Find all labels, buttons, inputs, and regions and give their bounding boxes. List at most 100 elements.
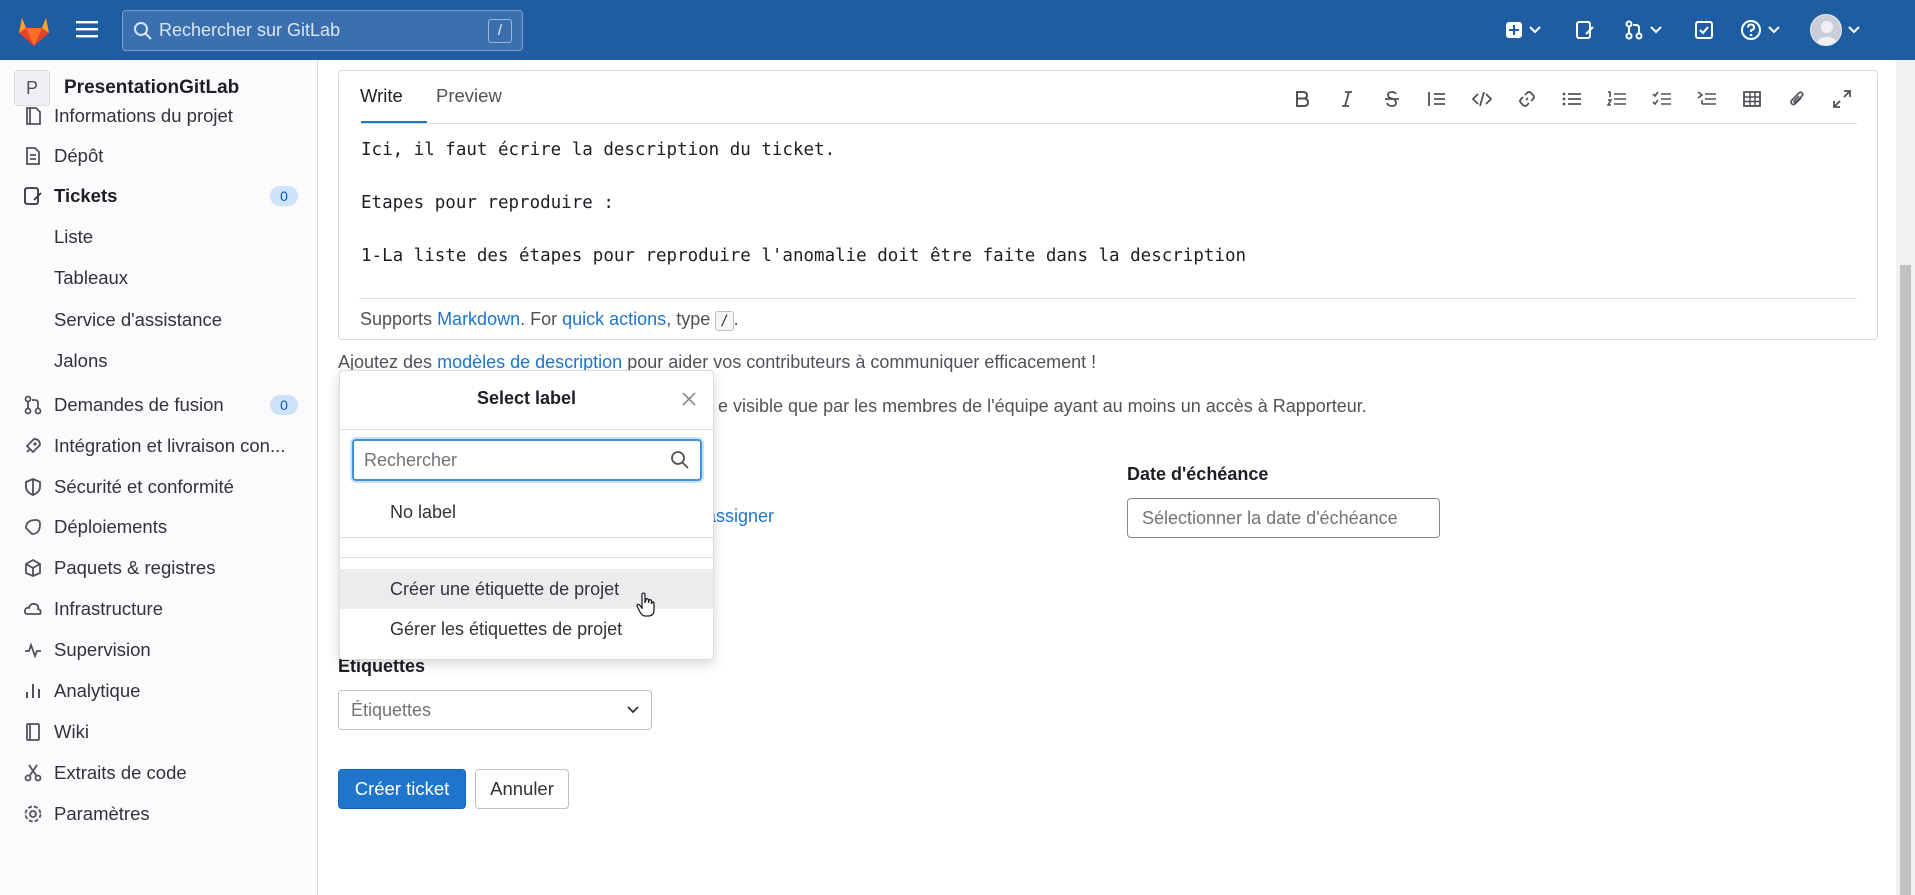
description-line bbox=[361, 217, 1246, 244]
sidebar-item-security[interactable]: Sécurité et conformité bbox=[22, 470, 298, 504]
labels-select[interactable]: Étiquettes bbox=[338, 690, 652, 730]
italic-icon[interactable] bbox=[1324, 85, 1369, 113]
sidebar-item-repository[interactable]: Dépôt bbox=[22, 139, 298, 173]
user-menu-chevron[interactable] bbox=[1848, 16, 1860, 44]
close-icon[interactable] bbox=[681, 391, 697, 407]
code-icon[interactable] bbox=[1459, 85, 1504, 113]
issues-icon bbox=[22, 185, 44, 207]
merge-requests-dropdown[interactable] bbox=[1624, 16, 1662, 44]
manage-project-labels-option[interactable]: Gérer les étiquettes de projet bbox=[340, 609, 713, 649]
description-line: Ici, il faut écrire la description du ti… bbox=[361, 140, 836, 160]
sidebar-item-label: Sécurité et conformité bbox=[54, 476, 234, 497]
merge-requests-count-badge: 0 bbox=[270, 395, 298, 415]
search-icon bbox=[134, 22, 152, 40]
create-ticket-button[interactable]: Créer ticket bbox=[338, 769, 466, 809]
search-placeholder: Rechercher bbox=[364, 449, 458, 470]
collapsible-section-icon[interactable] bbox=[1684, 85, 1729, 113]
sidebar-subitem-service-assistance[interactable]: Service d'assistance bbox=[54, 303, 222, 337]
sidebar-item-label: Paramètres bbox=[54, 803, 150, 824]
chevron-down-icon bbox=[1650, 26, 1662, 34]
tab-preview[interactable]: Preview bbox=[436, 85, 502, 107]
help-dropdown[interactable] bbox=[1740, 16, 1780, 44]
todos-shortcut[interactable] bbox=[1694, 16, 1714, 44]
fullscreen-icon[interactable] bbox=[1819, 85, 1864, 113]
description-textarea[interactable]: Ici, il faut écrire la description du ti… bbox=[361, 137, 1246, 270]
sidebar-item-infrastructure[interactable]: Infrastructure bbox=[22, 592, 298, 626]
bold-icon[interactable] bbox=[1279, 85, 1324, 113]
sidebar-item-packages[interactable]: Paquets & registres bbox=[22, 551, 298, 585]
markdown-link[interactable]: Markdown bbox=[437, 309, 520, 329]
search-placeholder: Rechercher sur GitLab bbox=[159, 20, 341, 40]
divider bbox=[359, 123, 1857, 124]
link-icon[interactable] bbox=[1504, 85, 1549, 113]
strikethrough-icon[interactable] bbox=[1369, 85, 1414, 113]
sidebar-item-tickets[interactable]: Tickets 0 bbox=[22, 179, 298, 213]
hint-text: Ajoutez des bbox=[338, 352, 433, 372]
new-item-dropdown[interactable] bbox=[1505, 16, 1541, 44]
page-scrollbar-thumb[interactable] bbox=[1900, 265, 1911, 895]
menu-hamburger-icon[interactable] bbox=[76, 18, 100, 40]
description-templates-link[interactable]: modèles de description bbox=[437, 352, 622, 372]
description-line: 1-La liste des étapes pour reproduire l'… bbox=[361, 246, 1247, 266]
sidebar-item-label: Tickets bbox=[54, 185, 118, 206]
tab-write[interactable]: Write bbox=[360, 85, 403, 107]
settings-icon bbox=[22, 803, 44, 825]
sidebar-item-merge-requests[interactable]: Demandes de fusion 0 bbox=[22, 388, 298, 422]
sidebar-item-label: Extraits de code bbox=[54, 762, 187, 783]
attach-file-icon[interactable] bbox=[1774, 85, 1819, 113]
assign-to-me-link[interactable]: assigner bbox=[706, 506, 774, 527]
global-search-input[interactable]: Rechercher sur GitLab / bbox=[122, 10, 523, 51]
sidebar-item-deployments[interactable]: Déploiements bbox=[22, 510, 298, 544]
divider bbox=[340, 557, 713, 558]
chevron-down-icon bbox=[1529, 26, 1541, 34]
dropdown-title: Select label bbox=[476, 388, 577, 408]
sidebar-item-ci-cd[interactable]: Intégration et livraison con... bbox=[22, 429, 298, 463]
numbered-list-icon[interactable] bbox=[1594, 85, 1639, 113]
project-name: PresentationGitLab bbox=[64, 77, 240, 98]
due-date-placeholder: Sélectionner la date d'échéance bbox=[1142, 507, 1398, 528]
sidebar-item-monitoring[interactable]: Supervision bbox=[22, 633, 298, 667]
sidebar-subitem-tableaux[interactable]: Tableaux bbox=[54, 261, 128, 295]
hint-text: . For bbox=[520, 309, 558, 329]
monitor-icon bbox=[22, 639, 44, 661]
divider bbox=[340, 537, 713, 538]
sidebar-subitem-liste[interactable]: Liste bbox=[54, 220, 93, 254]
sidebar-item-label: Infrastructure bbox=[54, 598, 163, 619]
due-date-input[interactable]: Sélectionner la date d'échéance bbox=[1127, 498, 1440, 538]
rocket-icon bbox=[22, 435, 44, 457]
confidential-hint: e visible que par les membres de l'équip… bbox=[718, 396, 1367, 416]
quick-actions-link[interactable]: quick actions bbox=[562, 309, 666, 329]
no-label-option[interactable]: No label bbox=[340, 492, 713, 532]
snippet-icon bbox=[22, 762, 44, 784]
issues-shortcut[interactable] bbox=[1575, 16, 1595, 44]
sidebar-item-label: Wiki bbox=[54, 721, 89, 742]
task-list-icon[interactable] bbox=[1639, 85, 1684, 113]
sidebar-item-snippets[interactable]: Extraits de code bbox=[22, 756, 298, 790]
blockquote-icon[interactable] bbox=[1414, 85, 1459, 113]
sidebar-item-label: Analytique bbox=[54, 680, 141, 701]
merge-request-icon bbox=[1625, 20, 1643, 40]
sidebar-item-settings[interactable]: Paramètres bbox=[22, 797, 298, 831]
sidebar-item-analytics[interactable]: Analytique bbox=[22, 674, 298, 708]
user-avatar[interactable] bbox=[1810, 14, 1842, 46]
merge-request-icon bbox=[22, 394, 44, 416]
table-icon[interactable] bbox=[1729, 85, 1774, 113]
cloud-icon bbox=[22, 598, 44, 620]
sidebar-item-label: Demandes de fusion bbox=[54, 394, 224, 415]
repository-icon bbox=[22, 145, 44, 167]
label-search-input[interactable]: Rechercher bbox=[352, 439, 702, 481]
shield-icon bbox=[22, 476, 44, 498]
sidebar-item-label: Informations du projet bbox=[54, 105, 233, 126]
sidebar-item-wiki[interactable]: Wiki bbox=[22, 715, 298, 749]
sidebar-item-project-info[interactable]: Informations du projet bbox=[22, 99, 298, 133]
sidebar-subitem-jalons[interactable]: Jalons bbox=[54, 344, 107, 378]
top-navigation-bar: Rechercher sur GitLab / bbox=[0, 0, 1915, 60]
tickets-count-badge: 0 bbox=[270, 186, 298, 206]
create-project-label-option[interactable]: Créer une étiquette de projet bbox=[340, 569, 713, 609]
slash-key: / bbox=[715, 311, 734, 331]
cancel-button[interactable]: Annuler bbox=[475, 769, 569, 809]
gitlab-logo-icon[interactable] bbox=[14, 10, 54, 50]
help-icon bbox=[1741, 20, 1761, 40]
plus-square-icon bbox=[1506, 22, 1522, 38]
bullet-list-icon[interactable] bbox=[1549, 85, 1594, 113]
